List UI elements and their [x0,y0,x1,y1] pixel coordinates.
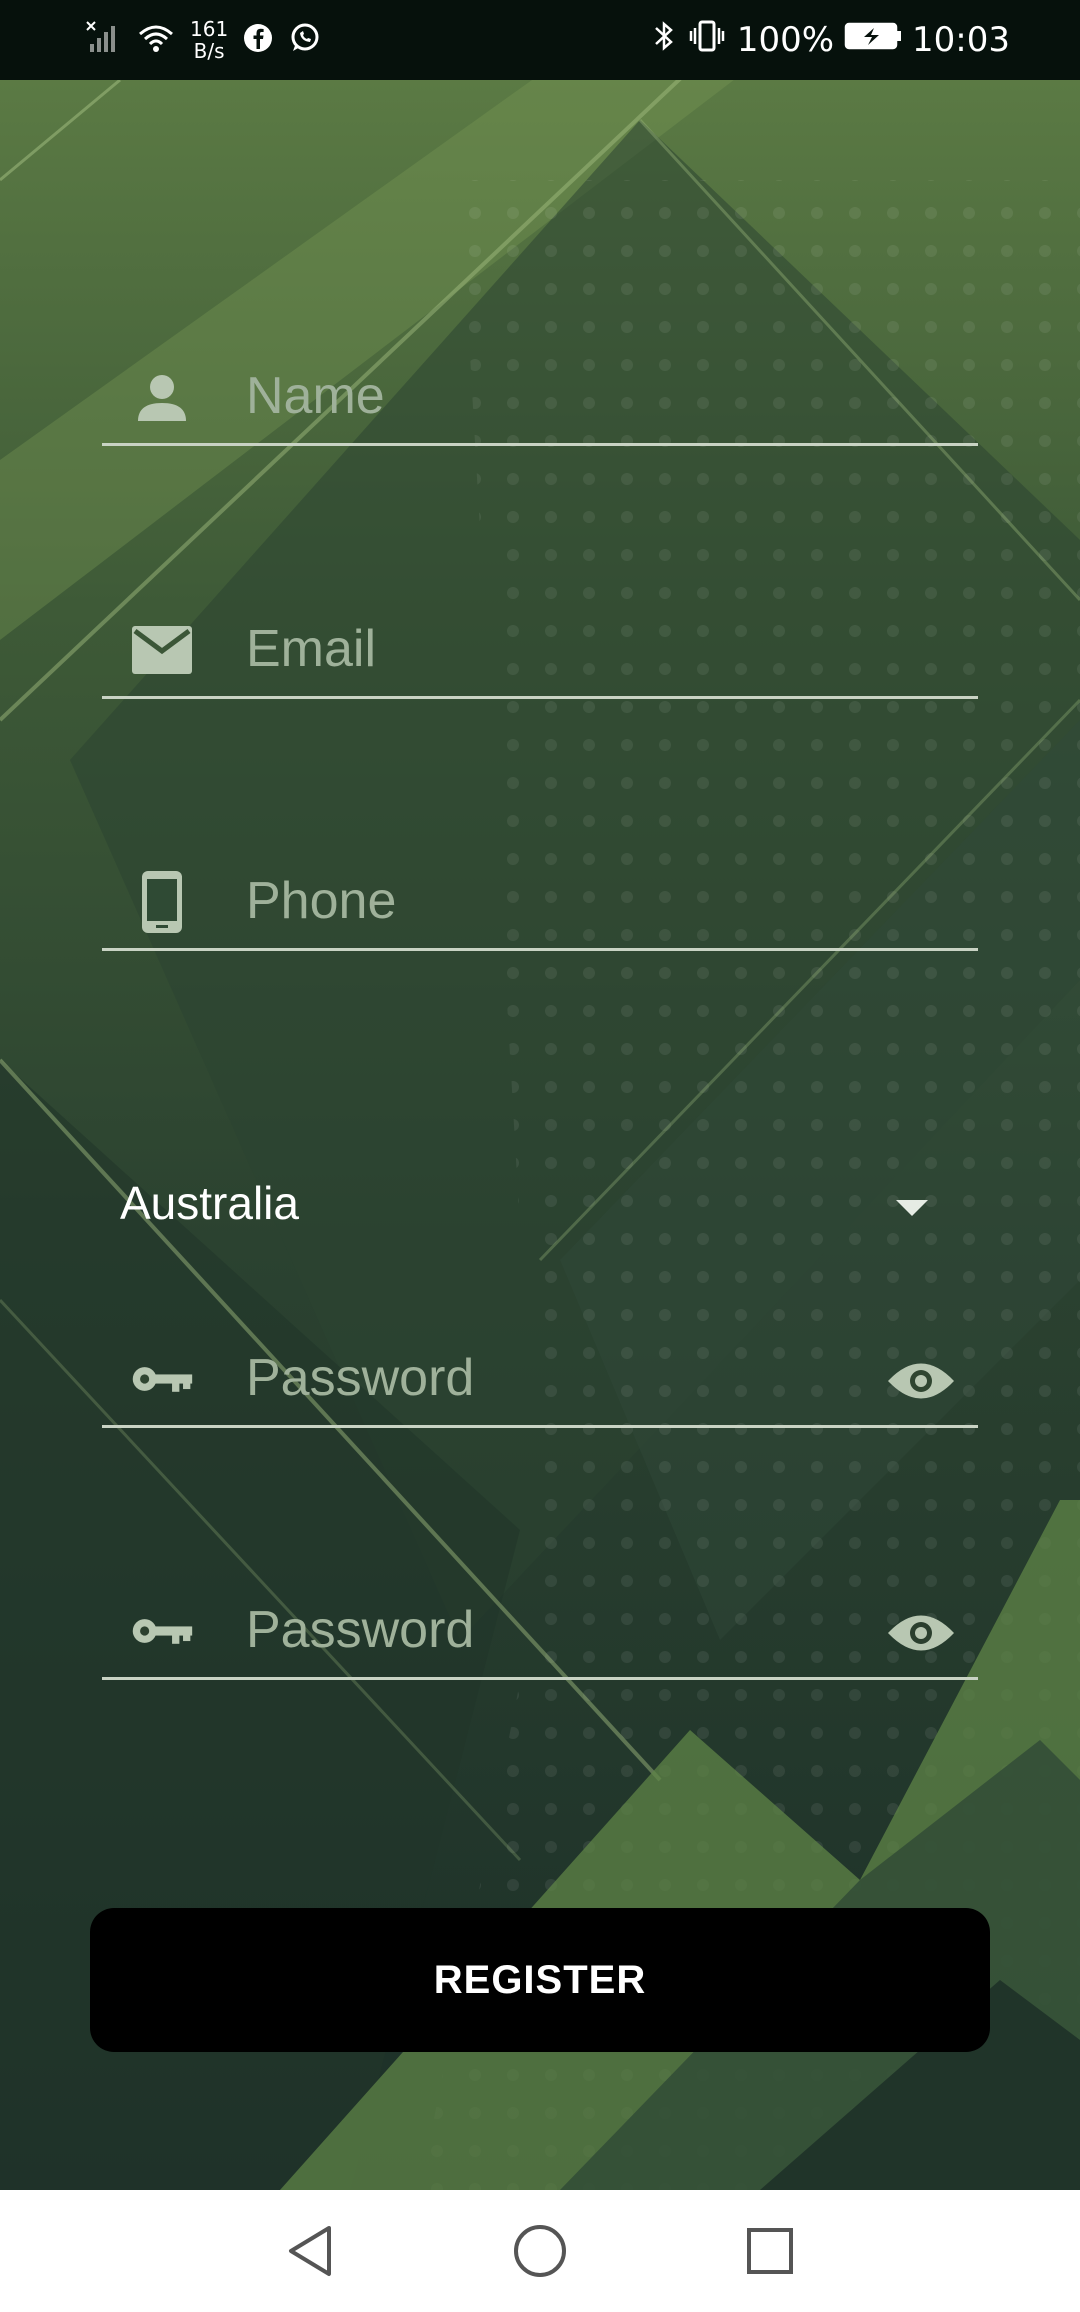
bluetooth-icon [651,18,677,63]
status-left: 161 B/s [86,0,322,80]
network-speed: 161 B/s [190,18,228,62]
phone-field[interactable] [102,841,978,951]
country-selected: Australia [120,1177,299,1229]
key-icon [130,1347,194,1411]
vibrate-icon [687,18,727,63]
status-right: 100% 10:03 [651,0,1010,80]
chevron-down-icon [896,1200,928,1216]
status-bar: 161 B/s 100% 10:03 [0,0,1080,80]
net-speed-unit: B/s [193,39,225,63]
password-field[interactable] [102,1318,978,1428]
wifi-icon [136,20,176,60]
email-field[interactable] [102,589,978,699]
back-icon[interactable] [270,2211,350,2291]
eye-icon[interactable] [886,1353,956,1409]
phone-input[interactable] [246,866,888,936]
whatsapp-icon [288,21,322,59]
home-icon[interactable] [500,2211,580,2291]
signal-icon [86,20,122,60]
confirm-password-field[interactable] [102,1570,978,1680]
country-dropdown[interactable]: Australia [102,1170,978,1250]
person-icon [130,365,194,429]
eye-icon[interactable] [886,1605,956,1661]
battery-percent: 100% [736,20,835,60]
password-input[interactable] [246,1343,888,1413]
recents-icon[interactable] [730,2211,810,2291]
battery-icon [844,20,902,60]
phone-icon [130,870,194,934]
key-icon [130,1599,194,1663]
register-button[interactable]: REGISTER [90,1908,990,2052]
name-field[interactable] [102,336,978,446]
register-screen: Australia [0,80,1080,2190]
mail-icon [130,618,194,682]
name-input[interactable] [246,361,888,431]
net-speed-value: 161 [190,17,229,41]
navigation-bar [0,2190,1080,2312]
email-input[interactable] [246,614,888,684]
facebook-icon [242,22,274,58]
confirm-password-input[interactable] [246,1595,888,1665]
clock: 10:03 [912,20,1010,60]
